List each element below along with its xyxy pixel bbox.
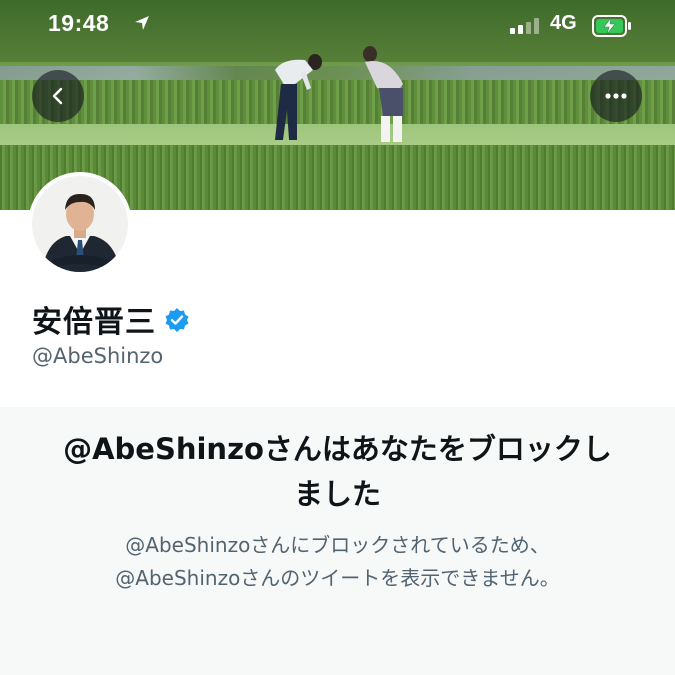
display-name: 安倍晋三: [32, 305, 156, 340]
network-type: 4G: [550, 12, 577, 34]
blocked-notice-title: @AbeShinzoさんはあなたをブロックし ました: [20, 427, 655, 517]
avatar-portrait: [32, 176, 128, 272]
blocked-description-line-1: @AbeShinzoさんにブロックされているため、: [125, 533, 550, 557]
profile-handle: @AbeShinzo: [32, 344, 164, 368]
more-options-button[interactable]: [590, 70, 642, 122]
location-arrow-icon: [135, 16, 149, 30]
cellular-signal-icon: [510, 18, 544, 34]
profile-name-row: 安倍晋三: [32, 297, 190, 341]
blocked-description-line-2: @AbeShinzoさんのツイートを表示できません。: [115, 566, 560, 590]
blocked-notice-panel: @AbeShinzoさんはあなたをブロックし ました @AbeShinzoさんに…: [0, 407, 675, 675]
blocked-title-line-1: @AbeShinzoさんはあなたをブロックし: [63, 432, 612, 466]
avatar[interactable]: [28, 172, 132, 276]
verified-badge-icon[interactable]: [164, 307, 190, 333]
blocked-title-line-2: ました: [293, 477, 381, 511]
back-button[interactable]: [32, 70, 84, 122]
banner-people: [275, 46, 403, 142]
battery-charging-icon: [592, 15, 631, 37]
status-time: 19:48: [48, 10, 110, 36]
blocked-notice-description: @AbeShinzoさんにブロックされているため、 @AbeShinzoさんのツ…: [20, 529, 655, 595]
more-horizontal-icon: [605, 93, 627, 99]
chevron-left-icon: [52, 87, 63, 105]
